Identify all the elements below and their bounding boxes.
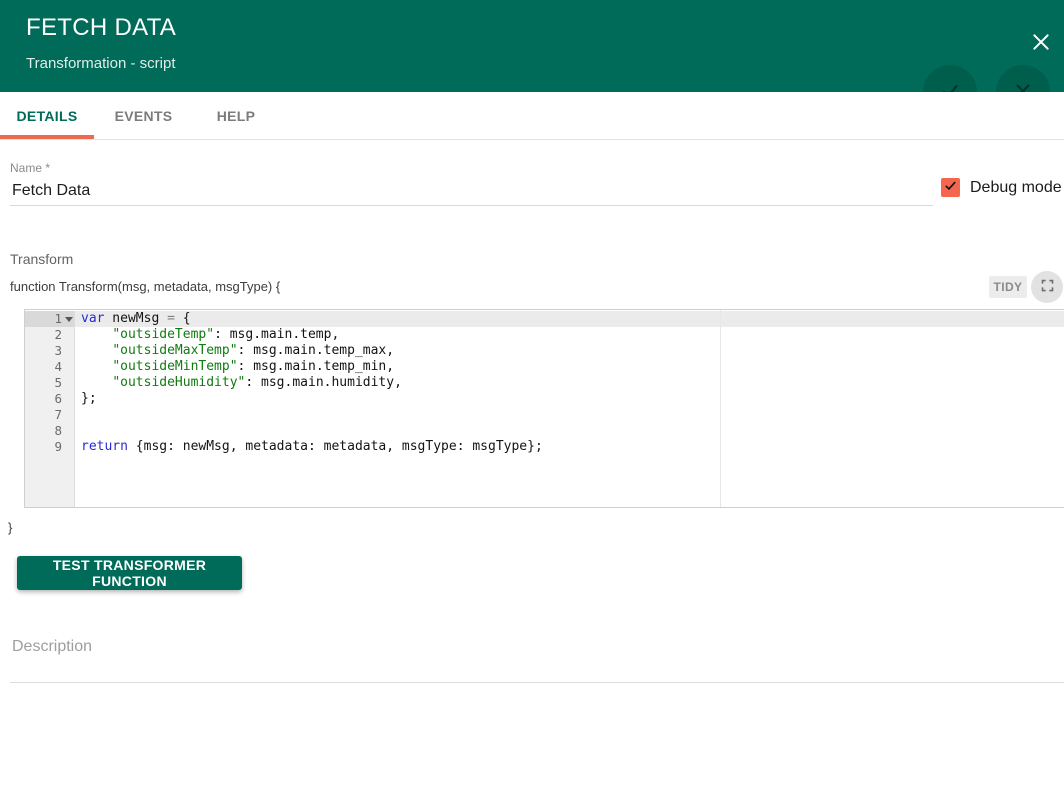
code-line: var newMsg = {: [81, 311, 191, 326]
dialog-title: FETCH DATA: [26, 14, 177, 41]
code-line: "outsideMaxTemp": msg.main.temp_max,: [112, 343, 395, 358]
check-icon: [943, 178, 958, 198]
function-signature: function Transform(msg, metadata, msgTyp…: [10, 279, 281, 294]
print-margin-line: [720, 310, 721, 507]
line-number: 3: [54, 343, 62, 358]
line-number: 2: [54, 327, 62, 342]
editor-code-area[interactable]: var newMsg = { "outsideTemp": msg.main.t…: [81, 311, 1064, 455]
name-field-label: Name *: [10, 161, 51, 175]
dialog-header: FETCH DATA Transformation - script: [0, 0, 1064, 92]
line-number: 8: [54, 423, 62, 438]
fold-arrow-icon[interactable]: [65, 317, 73, 322]
tab-details[interactable]: DETAILS: [0, 92, 94, 139]
debug-mode-label: Debug mode: [970, 179, 1062, 196]
active-tab-indicator: [0, 135, 94, 139]
code-line: "outsideMinTemp": msg.main.temp_min,: [112, 359, 395, 374]
line-number: 1: [25, 311, 74, 327]
code-line: "outsideTemp": msg.main.temp,: [112, 327, 340, 342]
tab-events[interactable]: EVENTS: [94, 92, 193, 139]
fullscreen-button[interactable]: [1031, 271, 1063, 303]
name-input[interactable]: [12, 182, 922, 200]
tidy-button[interactable]: TIDY: [989, 276, 1027, 298]
name-field-underline: [10, 205, 933, 206]
line-number: 6: [54, 391, 62, 406]
line-number: 4: [54, 359, 62, 374]
test-transformer-button[interactable]: TEST TRANSFORMER FUNCTION: [17, 556, 242, 590]
dialog-subtitle: Transformation - script: [26, 55, 176, 72]
line-number: 5: [54, 375, 62, 390]
close-icon[interactable]: [1030, 32, 1052, 54]
fullscreen-icon: [1040, 278, 1055, 296]
line-number: 9: [54, 439, 62, 454]
code-line: "outsideHumidity": msg.main.humidity,: [112, 375, 402, 390]
code-line: };: [81, 391, 97, 406]
code-editor[interactable]: 123456789 var newMsg = { "outsideTemp": …: [24, 309, 1064, 508]
editor-gutter: 123456789: [25, 311, 75, 507]
function-closing-brace: }: [8, 520, 13, 535]
code-line: return {msg: newMsg, metadata: metadata,…: [81, 439, 543, 454]
tab-help[interactable]: HELP: [196, 92, 276, 139]
debug-mode-checkbox[interactable]: [941, 178, 960, 197]
description-underline: [10, 682, 1064, 683]
line-number: 7: [54, 407, 62, 422]
description-input[interactable]: [12, 638, 1052, 656]
tab-bar: DETAILS EVENTS HELP: [0, 92, 1064, 140]
rule-node-dialog: FETCH DATA Transformation - script DETAI…: [0, 0, 1064, 788]
transform-label: Transform: [10, 251, 74, 267]
